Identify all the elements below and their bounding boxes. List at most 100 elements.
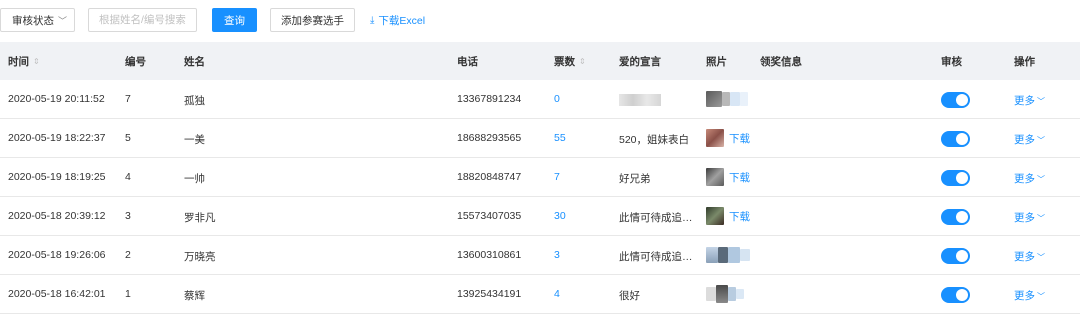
header-votes-label: 票数 [554,56,575,68]
chevron-down-icon: ﹀ [1037,136,1045,145]
more-dropdown[interactable]: 更多 ﹀ [1014,249,1045,264]
row-time: 2020-05-18 19:26:06 [8,249,106,261]
row-phone: 18820848747 [457,171,522,183]
row-declaration: 此情可待成追… [619,251,693,263]
header-time[interactable]: 时间 ⇕ [8,54,40,69]
more-label: 更多 [1014,173,1035,185]
header-operation: 操作 [1014,56,1035,68]
header-audit: 审核 [941,56,962,68]
query-button[interactable]: 查询 [212,8,257,32]
more-dropdown[interactable]: 更多 ﹀ [1014,210,1045,225]
chevron-down-icon: ﹀ [1037,175,1045,184]
audit-toggle[interactable] [941,287,970,303]
row-photo[interactable] [706,246,750,264]
search-input[interactable] [88,8,197,32]
audit-toggle[interactable] [941,248,970,264]
row-name: 罗非凡 [184,212,216,224]
more-dropdown[interactable]: 更多 ﹀ [1014,288,1045,303]
status-select-value: 审核状态 [12,14,54,27]
row-phone: 18688293565 [457,132,522,144]
more-dropdown[interactable]: 更多 ﹀ [1014,132,1045,147]
header-time-label: 时间 [8,56,29,68]
blurred-declaration [619,94,661,106]
chevron-down-icon: ﹀ [1037,253,1045,262]
header-phone: 电话 [457,56,478,68]
more-label: 更多 [1014,212,1035,224]
photo-download-link[interactable]: 下载 [729,170,750,185]
row-photo[interactable] [706,90,748,108]
row-photo[interactable]: 下载 [706,129,750,147]
row-declaration: 很好 [619,290,640,302]
row-number: 4 [125,171,131,183]
more-label: 更多 [1014,134,1035,146]
photo-thumbnail [728,287,736,301]
header-name: 姓名 [184,56,205,68]
photo-thumbnail [722,92,730,106]
more-label: 更多 [1014,290,1035,302]
row-time: 2020-05-19 18:19:25 [8,171,106,183]
photo-thumbnail[interactable] [706,168,724,186]
photo-thumbnail[interactable] [706,287,716,301]
row-votes[interactable]: 55 [554,132,566,144]
audit-toggle[interactable] [941,170,970,186]
more-dropdown[interactable]: 更多 ﹀ [1014,93,1045,108]
row-time: 2020-05-18 20:39:12 [8,210,106,222]
toolbar: 审核状态 ﹀ 查询 添加参赛选手 ⤓ 下载Excel [0,8,1080,32]
photo-thumbnail[interactable] [706,247,718,263]
photo-thumbnail [718,247,728,263]
table-row: 2020-05-18 19:26:06 2 万晓亮 13600310861 3 … [0,236,1080,275]
table-row: 2020-05-19 18:22:37 5 一美 18688293565 55 … [0,119,1080,158]
chevron-down-icon: ﹀ [1037,97,1045,106]
row-name: 孤独 [184,95,205,107]
photo-thumbnail[interactable] [706,91,722,107]
header-photo: 照片 [706,56,727,68]
photo-download-link[interactable]: 下载 [729,131,750,146]
header-award: 领奖信息 [760,56,802,68]
row-number: 7 [125,93,131,105]
photo-thumbnail [736,289,744,299]
download-excel-button[interactable]: ⤓ 下载Excel [370,8,425,32]
row-phone: 13925434191 [457,288,522,300]
row-votes[interactable]: 30 [554,210,566,222]
header-declaration: 爱的宣言 [619,56,661,68]
header-votes[interactable]: 票数 ⇕ [554,54,586,69]
table-row: 2020-05-18 20:39:12 3 罗非凡 15573407035 30… [0,197,1080,236]
table-header: 时间 ⇕ 编号 姓名 电话 票数 ⇕ 爱的宣言 照片 领奖信息 审核 操作 [0,42,1080,80]
photo-thumbnail [716,285,728,303]
row-name: 蔡辉 [184,290,205,302]
row-votes[interactable]: 0 [554,93,560,105]
add-contestant-button[interactable]: 添加参赛选手 [270,8,355,32]
audit-toggle[interactable] [941,209,970,225]
chevron-down-icon: ﹀ [1037,292,1045,301]
row-votes[interactable]: 3 [554,249,560,261]
row-photo[interactable] [706,285,744,303]
row-name: 一美 [184,134,205,146]
row-votes[interactable]: 7 [554,171,560,183]
row-number: 5 [125,132,131,144]
photo-thumbnail [730,92,740,106]
sort-icon[interactable]: ⇕ [33,57,40,66]
row-declaration: 此情可待成追… [619,212,693,224]
row-phone: 13600310861 [457,249,522,261]
audit-toggle[interactable] [941,92,970,108]
row-photo[interactable]: 下载 [706,207,750,225]
photo-thumbnail [740,249,750,261]
audit-toggle[interactable] [941,131,970,147]
row-votes[interactable]: 4 [554,288,560,300]
row-declaration: 520，姐妹表白 [619,134,690,146]
table-row: 2020-05-18 16:42:01 1 蔡辉 13925434191 4 很… [0,275,1080,314]
status-select[interactable]: 审核状态 ﹀ [0,8,75,32]
sort-icon[interactable]: ⇕ [579,57,586,66]
row-name: 一帅 [184,173,205,185]
chevron-down-icon: ﹀ [57,16,67,26]
photo-thumbnail[interactable] [706,207,724,225]
row-photo[interactable]: 下载 [706,168,750,186]
row-name: 万晓亮 [184,251,216,263]
photo-download-link[interactable]: 下载 [729,209,750,224]
header-number: 编号 [125,56,146,68]
more-dropdown[interactable]: 更多 ﹀ [1014,171,1045,186]
row-time: 2020-05-19 20:11:52 [8,93,105,105]
row-phone: 15573407035 [457,210,522,222]
photo-thumbnail[interactable] [706,129,724,147]
row-time: 2020-05-18 16:42:01 [8,288,106,300]
